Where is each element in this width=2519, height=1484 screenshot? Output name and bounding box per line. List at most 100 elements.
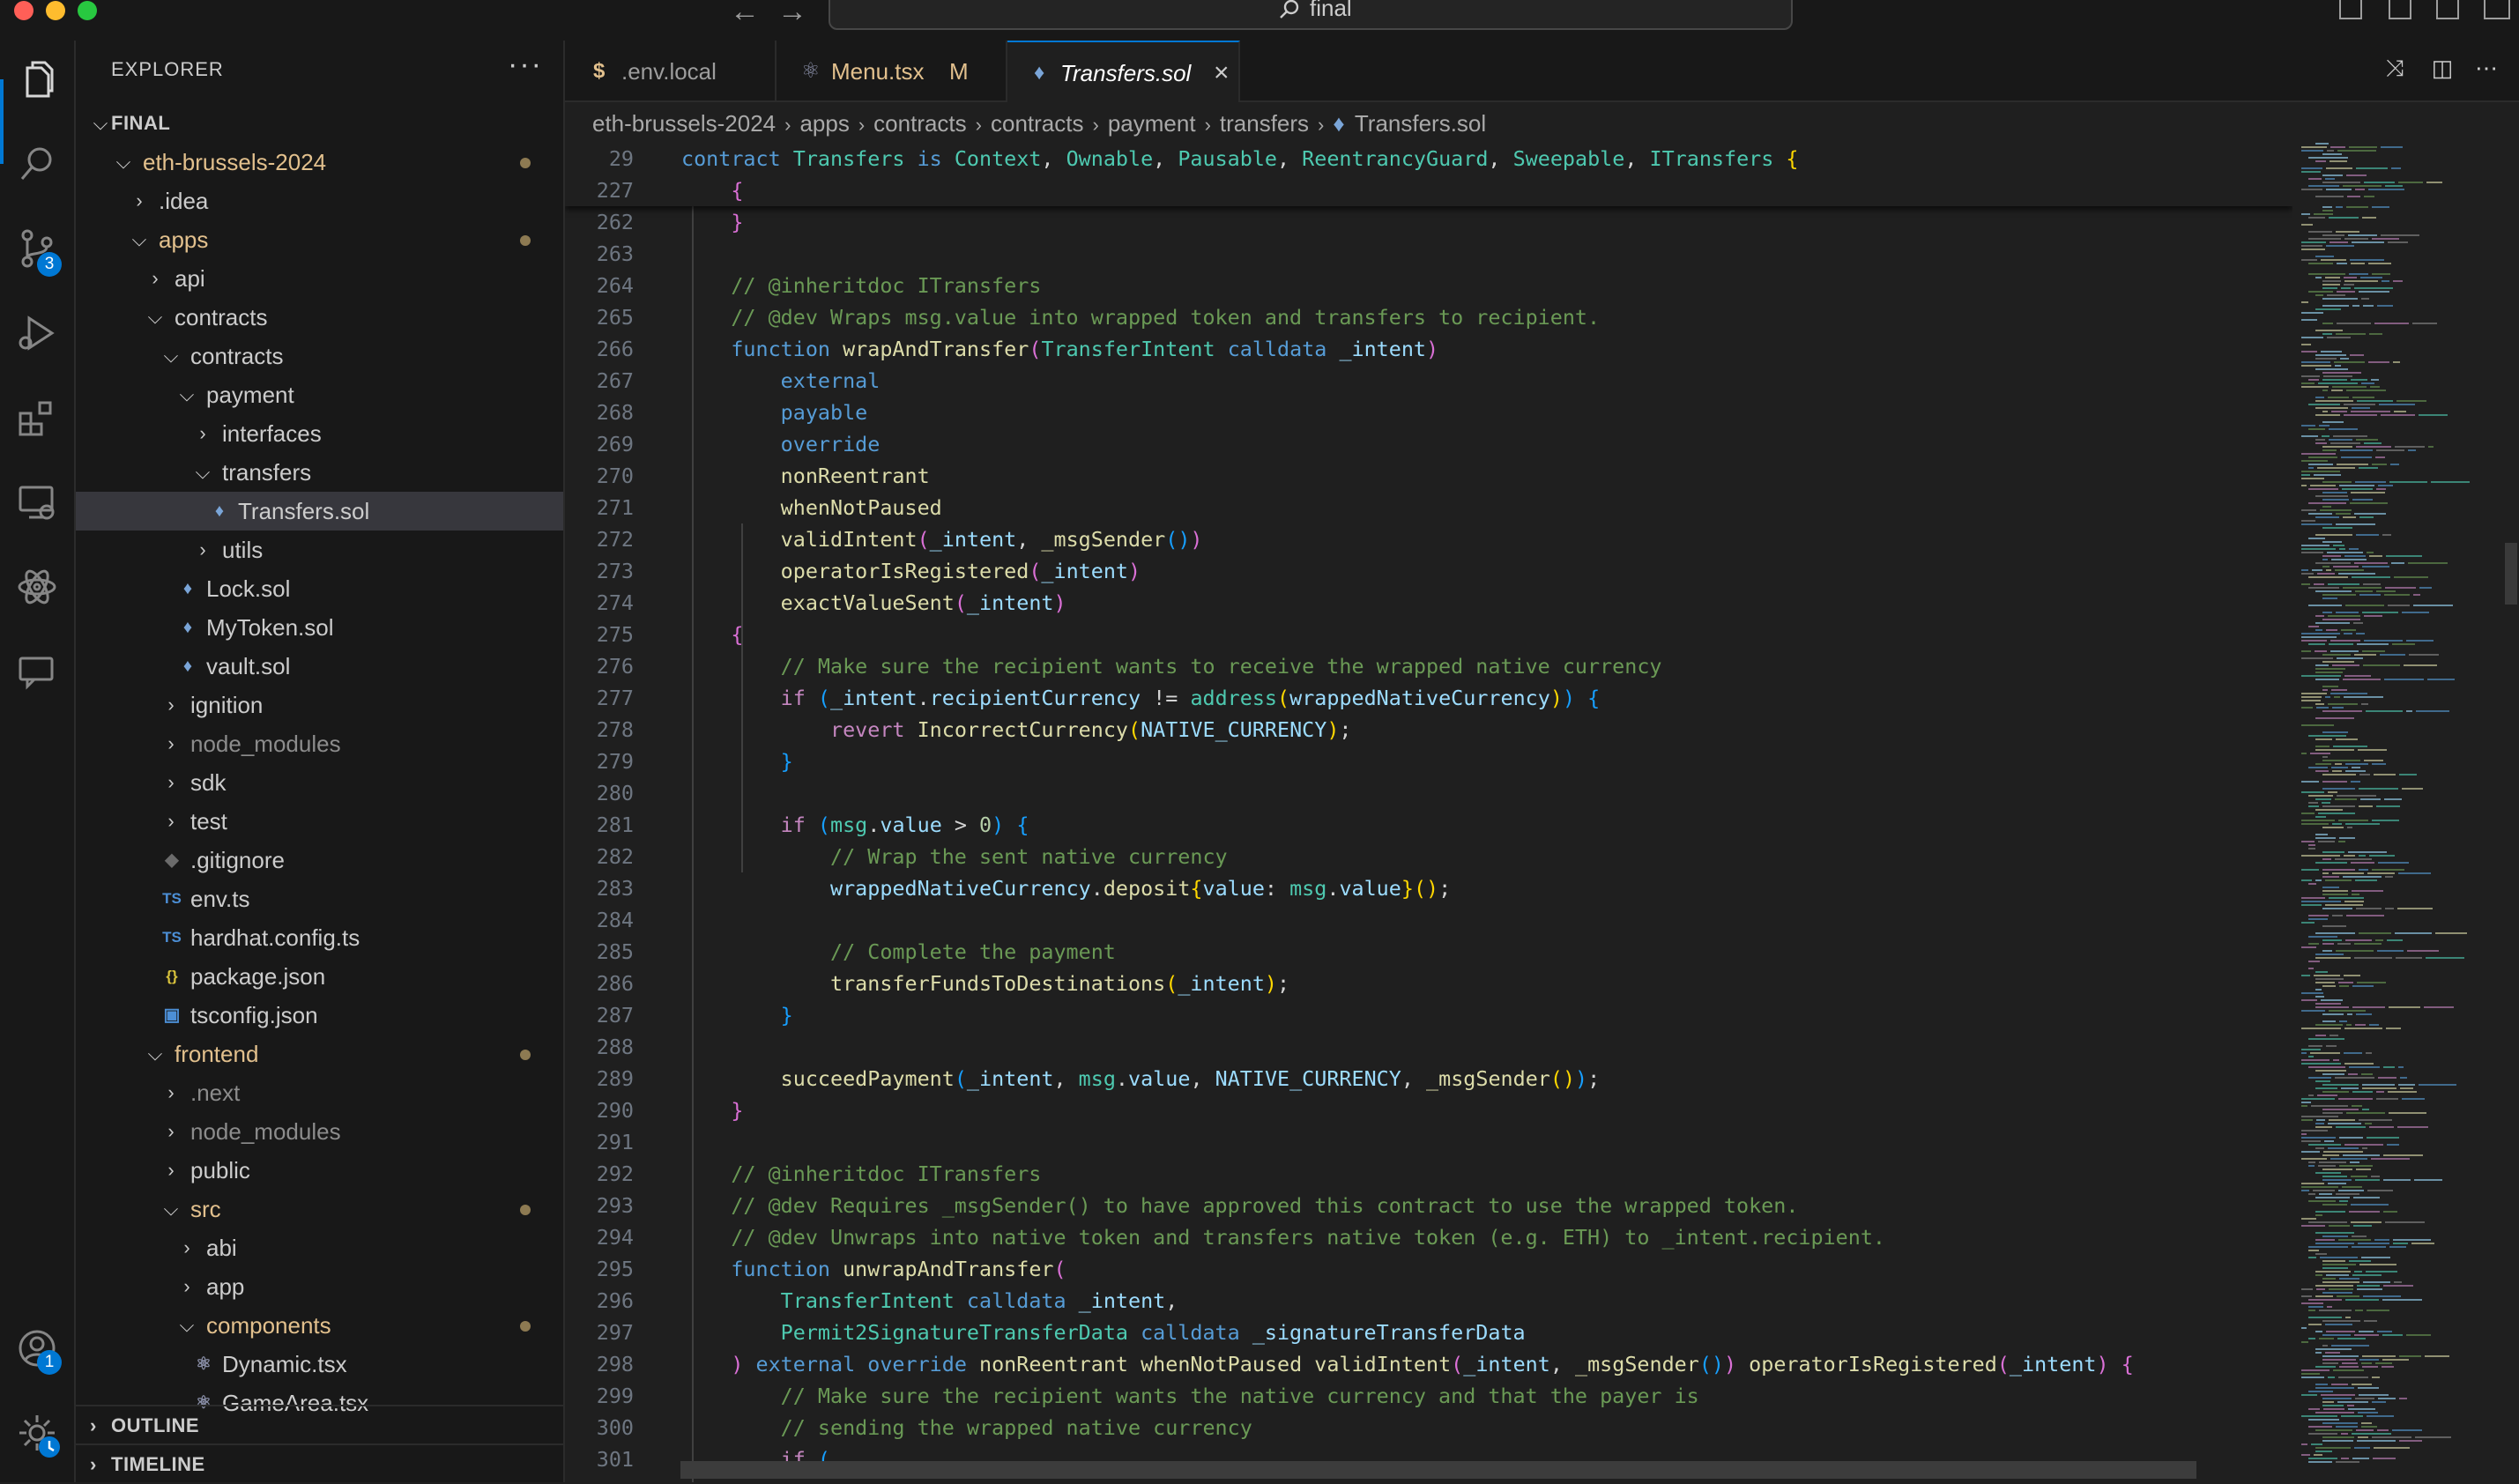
command-center-search[interactable]: final xyxy=(829,0,1793,30)
compare-icon[interactable]: ⤨ xyxy=(2379,55,2411,86)
minimap-line xyxy=(2322,851,2344,853)
tree-folder[interactable]: ⌵ apps xyxy=(76,220,563,259)
minimap-line xyxy=(2339,1200,2348,1202)
tree-file[interactable]: TS env.ts xyxy=(76,879,563,918)
sticky-scroll[interactable]: 29 contract Transfers is Context, Ownable… xyxy=(565,143,2292,206)
tree-folder[interactable]: › ignition xyxy=(76,686,563,724)
outline-section[interactable]: › OUTLINE xyxy=(76,1405,563,1445)
tree-folder[interactable]: ⌵ src xyxy=(76,1190,563,1228)
minimap-line xyxy=(2332,915,2343,916)
minimap-line xyxy=(2347,196,2360,197)
tree-folder[interactable]: › abi xyxy=(76,1228,563,1267)
tree-folder[interactable]: ⌵ transfers xyxy=(76,453,563,492)
minimap[interactable] xyxy=(2292,143,2504,1482)
tree-file[interactable]: TS hardhat.config.ts xyxy=(76,918,563,957)
search-button[interactable] xyxy=(12,139,62,189)
tree-folder[interactable]: › public xyxy=(76,1151,563,1190)
minimap-line xyxy=(2363,664,2400,666)
tree-folder[interactable]: › sdk xyxy=(76,763,563,802)
tree-folder[interactable]: ⌵ contracts xyxy=(76,298,563,337)
minimap-line xyxy=(2355,1179,2380,1181)
toggle-panel-icon[interactable] xyxy=(2389,0,2411,19)
remote-explorer-button[interactable] xyxy=(12,478,62,527)
breadcrumb-item[interactable]: transfers xyxy=(1220,110,1309,137)
timeline-section[interactable]: › TIMELINE xyxy=(76,1443,563,1484)
source-control-button[interactable]: 3 xyxy=(12,224,62,277)
code-token: value xyxy=(1128,1066,1191,1091)
close-window-button[interactable] xyxy=(14,1,33,20)
minimap-line xyxy=(2316,1119,2325,1121)
tree-file[interactable]: ♦ MyToken.sol xyxy=(76,608,563,647)
minimap-line xyxy=(2359,594,2381,596)
minimap-line xyxy=(2322,1359,2356,1361)
tree-folder[interactable]: › node_modules xyxy=(76,724,563,763)
tree-file[interactable]: ♦ Transfers.sol xyxy=(76,492,563,531)
minimap-line xyxy=(2351,862,2374,864)
arrow-right-icon[interactable]: → xyxy=(777,0,807,29)
accounts-button[interactable]: 1 xyxy=(12,1324,62,1375)
tab-env-local[interactable]: $ .env.local xyxy=(565,41,777,100)
tree-file[interactable]: ◆ .gitignore xyxy=(76,841,563,879)
tab-transfers-sol[interactable]: ♦ Transfers.sol × xyxy=(1007,41,1240,102)
tree-file[interactable]: ▣ tsconfig.json xyxy=(76,996,563,1035)
minimap-line xyxy=(2330,1035,2338,1036)
tree-folder[interactable]: › utils xyxy=(76,531,563,569)
tree-file[interactable]: ♦ Lock.sol xyxy=(76,569,563,608)
scrollbar-thumb[interactable] xyxy=(2505,543,2517,605)
tree-folder[interactable]: ⌵ eth-brussels-2024 xyxy=(76,143,563,182)
vertical-scrollbar[interactable] xyxy=(2504,143,2519,1482)
tree-folder[interactable]: › interfaces xyxy=(76,414,563,453)
react-button[interactable] xyxy=(12,562,62,612)
customize-layout-icon[interactable] xyxy=(2484,0,2510,19)
minimap-line xyxy=(2322,1405,2344,1406)
split-editor-icon[interactable]: ◫ xyxy=(2426,55,2458,86)
minimap-line xyxy=(2301,171,2321,173)
code-token: _intent xyxy=(2009,1352,2097,1376)
tree-file[interactable]: ♦ vault.sol xyxy=(76,647,563,686)
comments-button[interactable] xyxy=(12,647,62,696)
minimap-line xyxy=(2322,372,2361,374)
minimap-line xyxy=(2374,1447,2410,1449)
toggle-sidebar-icon[interactable] xyxy=(2339,0,2362,19)
breadcrumb-item[interactable]: payment xyxy=(1108,110,1196,137)
more-actions-icon[interactable]: ⋯ xyxy=(2471,55,2502,86)
tree-file[interactable]: ⚛ Dynamic.tsx xyxy=(76,1345,563,1384)
more-actions-icon[interactable]: ··· xyxy=(508,48,543,82)
tree-folder[interactable]: › api xyxy=(76,259,563,298)
tree-folder[interactable]: ⌵ payment xyxy=(76,375,563,414)
extensions-button[interactable] xyxy=(12,393,62,442)
minimap-line xyxy=(2315,1070,2346,1072)
tab-menu-tsx[interactable]: ⚛ Menu.tsx M xyxy=(777,41,1007,100)
minimap-line xyxy=(2301,1116,2338,1117)
tree-folder[interactable]: ⌵ contracts xyxy=(76,337,563,375)
breadcrumb-item[interactable]: contracts xyxy=(991,110,1084,137)
tree-folder[interactable]: › .next xyxy=(76,1073,563,1112)
minimap-line xyxy=(2301,509,2316,511)
tree-folder[interactable]: › .idea xyxy=(76,182,563,220)
arrow-left-icon[interactable]: ← xyxy=(730,0,760,29)
code-editor[interactable]: 262 } 263 264 // @inheritdoc ITransfers 265… xyxy=(565,143,2292,1482)
minimap-line xyxy=(2360,277,2382,278)
tree-folder[interactable]: › app xyxy=(76,1267,563,1306)
tree-folder[interactable]: › test xyxy=(76,802,563,841)
toggle-secondary-sidebar-icon[interactable] xyxy=(2436,0,2459,19)
tree-folder[interactable]: ⌵ components xyxy=(76,1306,563,1345)
run-debug-button[interactable] xyxy=(12,308,62,358)
code-text: nonReentrant xyxy=(681,460,930,492)
minimap-line xyxy=(2322,421,2344,423)
minimap-line xyxy=(2308,1161,2315,1163)
maximize-window-button[interactable] xyxy=(78,1,97,20)
breadcrumb-item[interactable]: eth-brussels-2024 xyxy=(592,110,776,137)
manage-button[interactable] xyxy=(12,1408,62,1458)
tree-folder[interactable]: ⌵ frontend xyxy=(76,1035,563,1073)
close-icon[interactable]: × xyxy=(1214,42,1230,104)
tree-file[interactable]: {} package.json xyxy=(76,957,563,996)
breadcrumb-item[interactable]: contracts xyxy=(873,110,967,137)
root-folder[interactable]: ⌵ FINAL xyxy=(76,104,563,143)
minimize-window-button[interactable] xyxy=(46,1,65,20)
horizontal-scrollbar[interactable] xyxy=(680,1461,2196,1479)
breadcrumb-item[interactable]: apps xyxy=(799,110,849,137)
tree-folder[interactable]: › node_modules xyxy=(76,1112,563,1151)
breadcrumb-item[interactable]: Transfers.sol xyxy=(1355,110,1486,137)
explorer-button[interactable] xyxy=(12,56,62,106)
